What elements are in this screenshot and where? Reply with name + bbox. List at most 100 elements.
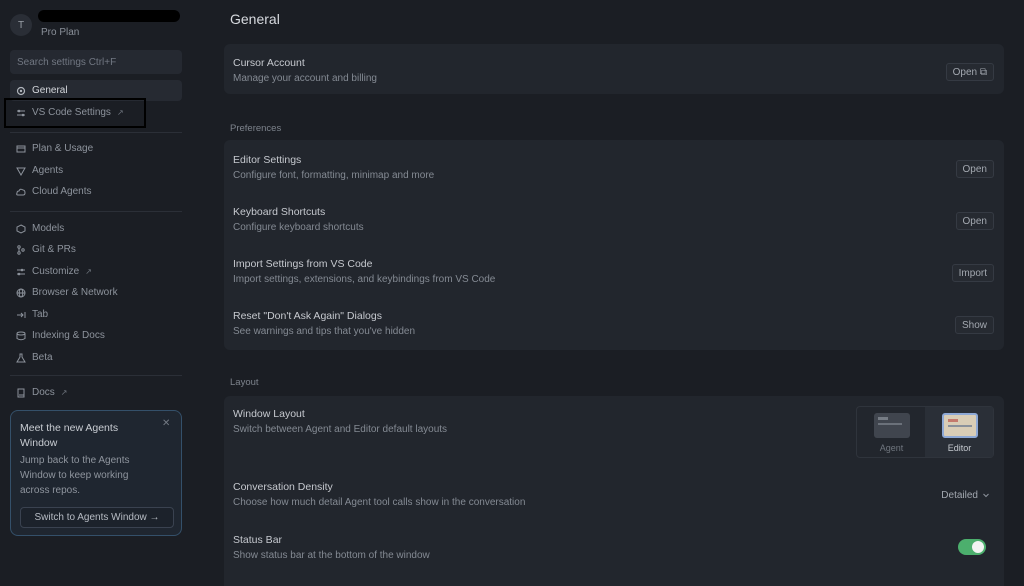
external-link-icon: ↗ <box>60 388 68 397</box>
setting-title: Import Settings from VS Code <box>233 258 373 270</box>
setting-row-cursor-account: Cursor Account Manage your account and b… <box>224 44 1004 94</box>
globe-icon <box>16 288 26 297</box>
layout-option-agent[interactable]: Agent <box>857 407 925 457</box>
sidebar-item-agents[interactable]: Agents <box>10 160 182 181</box>
setting-row-conversation-density: Conversation Density Choose how much det… <box>224 468 1004 522</box>
sidebar-item-git-prs[interactable]: Git & PRs <box>10 239 182 260</box>
sidebar-item-label: Beta <box>32 352 53 363</box>
sidebar-item-label: Agents <box>32 165 64 176</box>
setting-description: Configure keyboard shortcuts <box>233 222 364 233</box>
flask-icon <box>16 353 26 362</box>
sidebar-item-label: Customize <box>32 266 80 277</box>
database-icon <box>16 331 26 340</box>
setting-title: Cursor Account <box>233 57 305 69</box>
sidebar-item-label: Plan & Usage <box>32 143 94 154</box>
layout-option-editor[interactable]: Editor <box>925 407 993 457</box>
agent-icon <box>16 167 26 176</box>
window-layout-picker: Agent Editor <box>856 406 994 458</box>
open-editor-settings-button[interactable]: Open <box>955 160 994 178</box>
import-settings-button[interactable]: Import <box>951 264 994 282</box>
close-icon[interactable]: ✕ <box>162 419 172 429</box>
sidebar-item-label: General <box>32 85 68 96</box>
setting-title: Editor Settings <box>233 154 302 166</box>
setting-row-status-bar: Status Bar Show status bar at the bottom… <box>224 522 1004 576</box>
sidebar-item-tab[interactable]: Tab <box>10 304 182 325</box>
setting-title: Status Bar <box>233 534 283 546</box>
conversation-density-select[interactable]: Detailed <box>937 486 994 504</box>
section-label-preferences: Preferences <box>230 123 282 134</box>
sidebar-item-docs[interactable]: Docs ↗ <box>10 382 182 403</box>
sidebar-item-browser-network[interactable]: Browser & Network <box>10 282 182 303</box>
divider <box>10 375 182 376</box>
sidebar-item-beta[interactable]: Beta <box>10 347 182 368</box>
section-label-layout: Layout <box>230 377 259 388</box>
open-account-button[interactable]: Open ⧉ <box>945 63 994 81</box>
cube-icon <box>16 223 26 234</box>
plan-label: Pro Plan <box>41 27 80 38</box>
switch-to-agents-window-button[interactable]: Switch to Agents Window → <box>20 507 174 528</box>
tab-icon <box>17 311 26 318</box>
setting-description: Configure font, formatting, minimap and … <box>233 170 435 181</box>
toggle-knob <box>972 541 984 553</box>
divider <box>10 211 182 212</box>
sidebar-item-label: Docs <box>32 387 55 398</box>
editor-layout-thumbnail <box>942 413 978 438</box>
sidebar-item-models[interactable]: Models <box>10 218 182 239</box>
setting-title: Keyboard Shortcuts <box>233 206 326 218</box>
layout-card: Window Layout Switch between Agent and E… <box>224 396 1004 586</box>
card-icon <box>16 145 26 152</box>
setting-row-import-vscode: Import Settings from VS Code Import sett… <box>224 244 1004 296</box>
setting-title: Window Layout <box>233 408 305 420</box>
setting-description: Import settings, extensions, and keybind… <box>233 274 496 285</box>
sidebar-item-label: Indexing & Docs <box>32 330 105 341</box>
setting-description: Manage your account and billing <box>233 73 377 84</box>
highlight-annotation-box <box>4 98 146 128</box>
status-bar-toggle[interactable] <box>958 539 986 555</box>
layout-option-label: Agent <box>879 443 904 453</box>
promo-body: Jump back to the Agents Window to keep w… <box>20 455 130 496</box>
setting-description: Show status bar at the bottom of the win… <box>233 550 430 561</box>
setting-title: Reset "Don't Ask Again" Dialogs <box>233 310 382 322</box>
sidebar-item-label: Models <box>32 223 65 234</box>
sidebar: T Pro Plan Search settings Ctrl+F Genera… <box>0 0 192 586</box>
select-value: Detailed <box>941 489 978 501</box>
show-dialogs-button[interactable]: Show <box>954 316 994 334</box>
redacted-username <box>38 10 180 22</box>
setting-row-keyboard-shortcuts: Keyboard Shortcuts Configure keyboard sh… <box>224 192 1004 244</box>
setting-description: Choose how much detail Agent tool calls … <box>233 497 526 508</box>
page-title: General <box>230 11 280 27</box>
gear-icon <box>16 86 26 95</box>
promo-title: Meet the new Agents Window <box>20 422 119 449</box>
search-settings-input[interactable]: Search settings Ctrl+F <box>10 50 182 74</box>
sidebar-item-customize[interactable]: Customize ↗ <box>10 261 182 282</box>
setting-row-reset-dialogs: Reset "Don't Ask Again" Dialogs See warn… <box>224 296 1004 350</box>
layout-option-label: Editor <box>947 443 972 453</box>
external-link-icon: ↗ <box>85 267 92 276</box>
preferences-card: Editor Settings Configure font, formatti… <box>224 140 1004 350</box>
chevron-down-icon <box>983 493 989 498</box>
sliders-icon <box>17 268 25 275</box>
setting-row-window-layout: Window Layout Switch between Agent and E… <box>224 396 1004 468</box>
sidebar-item-indexing-docs[interactable]: Indexing & Docs <box>10 325 182 346</box>
agents-window-promo: ✕ Meet the new Agents Window Jump back t… <box>10 410 182 536</box>
book-icon <box>17 388 25 397</box>
sidebar-item-label: Cloud Agents <box>32 186 92 197</box>
sidebar-item-plan-usage[interactable]: Plan & Usage <box>10 138 182 159</box>
account-card: Cursor Account Manage your account and b… <box>224 44 1004 94</box>
agent-layout-thumbnail <box>874 413 910 438</box>
sidebar-item-label: Tab <box>32 309 49 320</box>
git-icon <box>17 244 25 255</box>
open-keyboard-shortcuts-button[interactable]: Open <box>955 212 994 230</box>
sidebar-item-cloud-agents[interactable]: Cloud Agents <box>10 181 182 202</box>
sidebar-item-label: Browser & Network <box>32 287 118 298</box>
sidebar-item-label: Git & PRs <box>32 244 76 255</box>
setting-description: See warnings and tips that you've hidden <box>233 326 416 337</box>
settings-main: General Cursor Account Manage your accou… <box>192 0 1024 586</box>
divider <box>10 132 182 133</box>
setting-row-editor-settings: Editor Settings Configure font, formatti… <box>224 140 1004 192</box>
avatar: T <box>10 14 32 36</box>
setting-description: Switch between Agent and Editor default … <box>233 424 448 435</box>
setting-title: Conversation Density <box>233 481 333 493</box>
cloud-icon <box>16 188 26 195</box>
user-profile[interactable]: T Pro Plan <box>10 10 182 40</box>
